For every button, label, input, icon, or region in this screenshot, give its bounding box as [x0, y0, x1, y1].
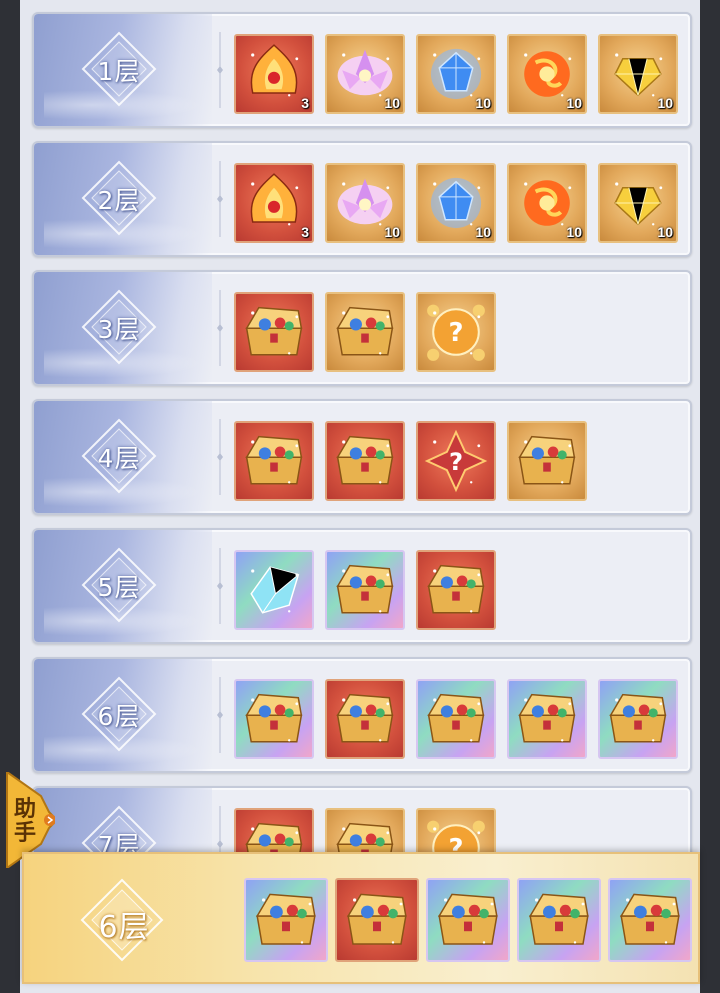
reward-item-flame-crown[interactable]: 3 [234, 34, 314, 114]
reward-item-chest[interactable] [507, 421, 587, 501]
svg-text:?: ? [449, 447, 463, 476]
chest-icon [427, 693, 485, 743]
item-quantity: 10 [566, 95, 582, 111]
current-tier-bar: 6层 [22, 852, 700, 984]
chest-icon [245, 435, 303, 485]
reward-item-chest[interactable] [517, 878, 601, 962]
connector-line [217, 32, 223, 108]
reward-item-chest[interactable] [325, 421, 405, 501]
tier-label: 3层 [97, 315, 141, 344]
chest-icon [245, 693, 303, 743]
connector-line [217, 419, 223, 495]
reward-item-chest[interactable] [598, 679, 678, 759]
connector-line [217, 677, 223, 753]
reward-item-chest[interactable] [507, 679, 587, 759]
chest-icon [518, 435, 576, 485]
chest-icon [336, 435, 394, 485]
tier-row: 6层 [32, 657, 692, 773]
reward-item-mystery-orb[interactable]: ? [416, 292, 496, 372]
item-quantity: 3 [301, 224, 309, 240]
mystery-orb-icon: ? [427, 304, 485, 361]
connector-line [217, 548, 223, 624]
reward-item-chest[interactable] [416, 550, 496, 630]
connector-line [217, 290, 223, 366]
reward-item-fire-orb[interactable]: 10 [507, 163, 587, 243]
crystal-icon [250, 566, 300, 614]
chest-icon [609, 693, 667, 743]
reward-item-flame-crown[interactable]: 3 [234, 163, 314, 243]
reward-item-chest[interactable] [234, 292, 314, 372]
reward-item-mystery-star[interactable]: ? [416, 421, 496, 501]
item-quantity: 10 [657, 95, 673, 111]
reward-item-fire-orb[interactable]: 10 [507, 34, 587, 114]
reward-item-chest[interactable] [325, 550, 405, 630]
chest-icon [336, 693, 394, 743]
tier-label: 2层 [97, 186, 141, 215]
helper-label[interactable]: 助手 [10, 798, 40, 846]
svg-text:?: ? [449, 318, 464, 348]
item-quantity: 10 [384, 95, 400, 111]
reward-item-chest[interactable] [335, 878, 419, 962]
chest-icon [336, 306, 394, 356]
item-quantity: 10 [475, 95, 491, 111]
item-quantity: 10 [475, 224, 491, 240]
reward-item-chest[interactable] [244, 878, 328, 962]
reward-item-chest[interactable] [234, 421, 314, 501]
tier-row: 5层 [32, 528, 692, 644]
reward-item-gold-gem[interactable]: 10 [598, 34, 678, 114]
chest-icon [518, 693, 576, 743]
reward-item-lotus[interactable]: 10 [325, 163, 405, 243]
tier-label: 5层 [97, 573, 141, 602]
tier-label: 1层 [97, 57, 141, 86]
chest-icon [528, 893, 589, 945]
chest-icon [336, 564, 394, 614]
tier-label: 6层 [97, 702, 141, 731]
reward-item-blue-crystal[interactable]: 10 [416, 34, 496, 114]
reward-item-chest[interactable] [325, 292, 405, 372]
reward-item-chest[interactable] [416, 679, 496, 759]
mystery-star-icon: ? [424, 429, 488, 493]
tier-row: 2层 3 10 10 10 10 [32, 141, 692, 257]
reward-item-chest[interactable] [426, 878, 510, 962]
reward-item-blue-crystal[interactable]: 10 [416, 163, 496, 243]
item-quantity: 3 [301, 95, 309, 111]
reward-item-gold-gem[interactable]: 10 [598, 163, 678, 243]
reward-item-chest[interactable] [325, 679, 405, 759]
item-quantity: 10 [384, 224, 400, 240]
reward-item-chest[interactable] [234, 679, 314, 759]
reward-item-lotus[interactable]: 10 [325, 34, 405, 114]
reward-item-crystal[interactable] [234, 550, 314, 630]
current-tier-label: 6层 [98, 910, 150, 945]
tier-row: 1层 3 10 10 10 10 [32, 12, 692, 128]
chest-icon [619, 893, 680, 945]
reward-item-chest[interactable] [608, 878, 692, 962]
chest-icon [427, 564, 485, 614]
tier-row: 4层 ? [32, 399, 692, 515]
tier-row: 3层 ? [32, 270, 692, 386]
chest-icon [245, 306, 303, 356]
item-quantity: 10 [657, 224, 673, 240]
connector-line [217, 161, 223, 237]
chest-icon [255, 893, 316, 945]
chest-icon [346, 893, 407, 945]
chest-icon [437, 893, 498, 945]
item-quantity: 10 [566, 224, 582, 240]
tier-label: 4层 [97, 444, 141, 473]
